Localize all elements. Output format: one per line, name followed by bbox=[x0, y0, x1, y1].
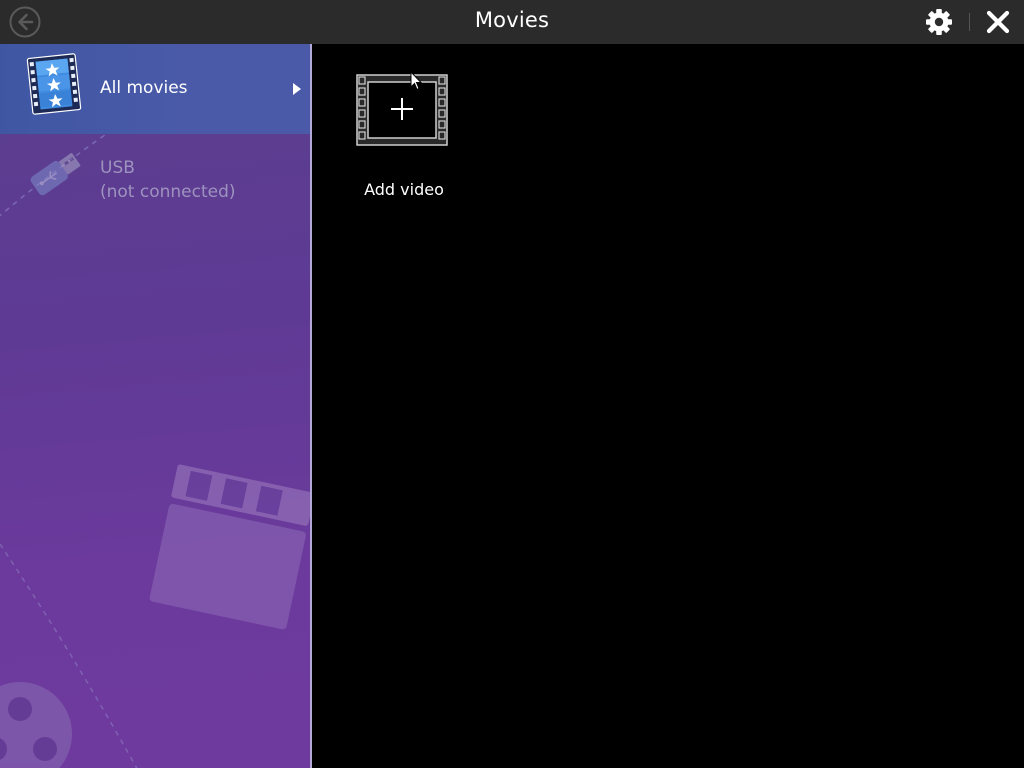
main-content: Add video bbox=[312, 44, 1024, 768]
window-title: Movies bbox=[474, 8, 550, 32]
movies-app: Movies All movies USB (not connected) Ad… bbox=[0, 0, 1024, 768]
film-icon bbox=[26, 53, 82, 115]
mouse-cursor-icon bbox=[410, 71, 422, 91]
add-video-label: Add video bbox=[364, 180, 444, 199]
title-bar: Movies bbox=[0, 0, 1024, 44]
sidebar-item-label: USB bbox=[100, 158, 135, 178]
close-icon bbox=[986, 10, 1010, 34]
add-video-icon bbox=[356, 74, 448, 146]
settings-button[interactable] bbox=[924, 7, 954, 37]
sidebar: All movies USB (not connected) bbox=[0, 44, 310, 768]
sidebar-item-sublabel: (not connected) bbox=[100, 182, 236, 202]
sidebar-item-usb[interactable]: USB (not connected) bbox=[0, 140, 310, 220]
gear-icon bbox=[926, 9, 952, 35]
sidebar-item-label: All movies bbox=[100, 78, 188, 98]
close-button[interactable] bbox=[984, 8, 1012, 36]
chevron-right-icon bbox=[293, 83, 301, 95]
usb-icon bbox=[30, 152, 81, 196]
sidebar-item-all-movies[interactable]: All movies bbox=[0, 44, 310, 134]
titlebar-divider bbox=[969, 13, 970, 31]
add-video-tile[interactable]: Add video bbox=[356, 74, 452, 209]
